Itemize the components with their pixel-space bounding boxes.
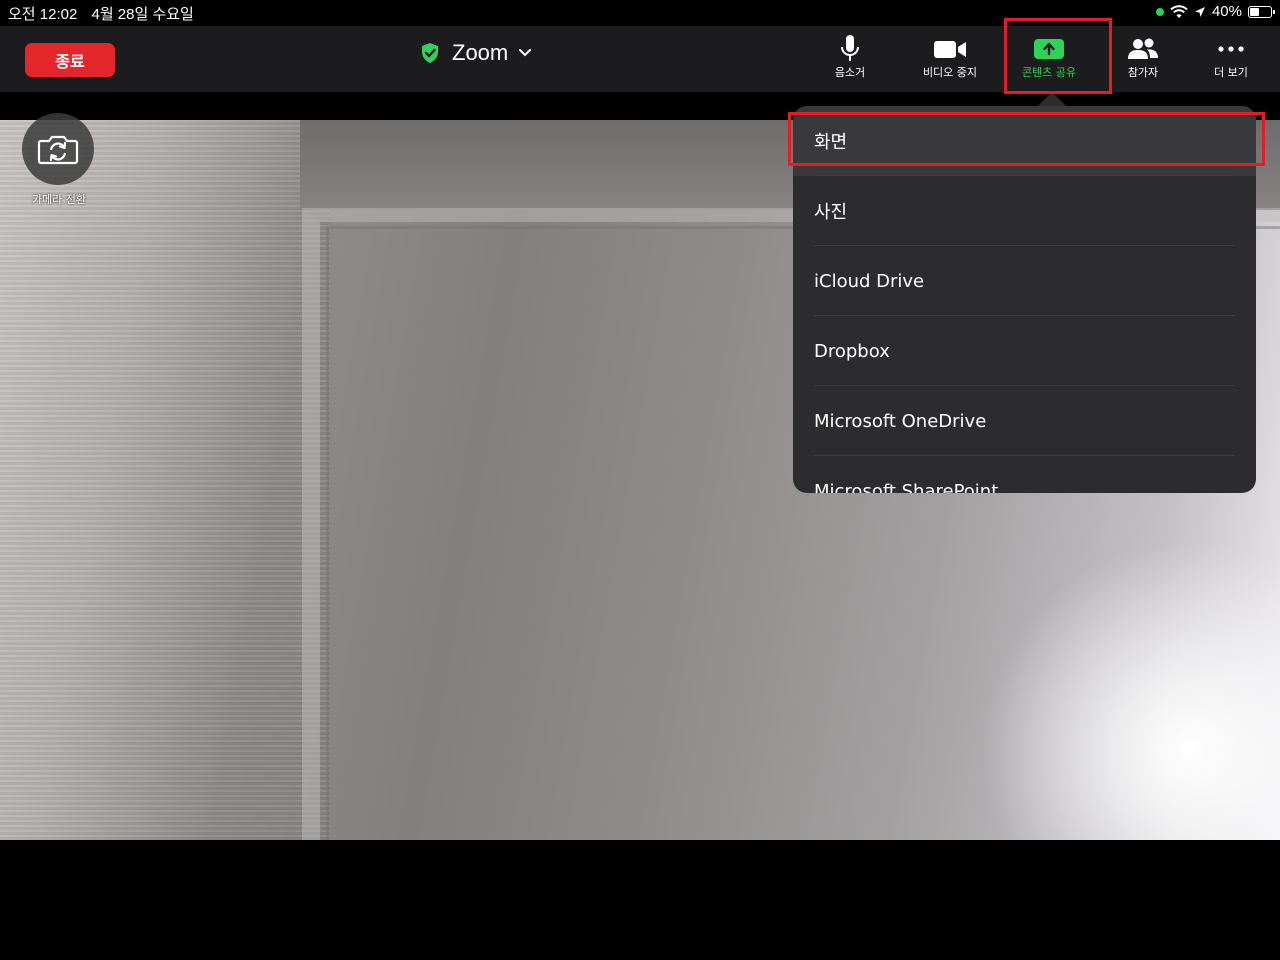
- meeting-title: Zoom: [452, 40, 509, 65]
- menu-item-label: Dropbox: [814, 340, 890, 362]
- menu-item-label: 화면: [814, 132, 848, 153]
- shield-check-icon: [422, 43, 438, 63]
- battery-percent: 40%: [1211, 3, 1242, 20]
- menu-item-icloud-drive[interactable]: iCloud Drive: [793, 246, 1256, 316]
- mute-label: 음소거: [834, 66, 866, 79]
- chevron-down-icon: [519, 49, 532, 57]
- menu-item-onedrive[interactable]: Microsoft OneDrive: [793, 386, 1256, 456]
- location-arrow-icon: [1194, 6, 1205, 17]
- status-right: 40%: [1155, 3, 1275, 20]
- stop-video-label: 비디오 중지: [922, 66, 978, 79]
- end-meeting-button[interactable]: 종료: [25, 43, 115, 77]
- participants-label: 참가자: [1127, 66, 1159, 79]
- share-content-menu: 화면 사진 iCloud Drive Dropbox Microsoft One…: [793, 106, 1256, 493]
- menu-item-sharepoint[interactable]: Microsoft SharePoint: [793, 456, 1256, 494]
- menu-item-label: iCloud Drive: [814, 270, 925, 292]
- menu-item-label: Microsoft OneDrive: [814, 410, 987, 432]
- more-button[interactable]: 더 보기: [1186, 34, 1276, 86]
- status-date: 4월 28일 수요일: [91, 6, 194, 23]
- wifi-icon: [1170, 4, 1188, 18]
- share-screen-icon: [1034, 39, 1064, 59]
- menu-item-label: Microsoft SharePoint: [814, 480, 999, 494]
- share-content-button[interactable]: 콘텐츠 공유: [1004, 34, 1094, 86]
- participants-icon: [1128, 38, 1158, 59]
- video-camera-icon: [934, 41, 966, 58]
- switch-camera-button[interactable]: 카메라 전환: [22, 113, 96, 207]
- more-label: 더 보기: [1214, 66, 1248, 79]
- switch-camera-circle[interactable]: [22, 113, 94, 185]
- share-content-label: 콘텐츠 공유: [1021, 66, 1077, 79]
- camera-rotate-icon: [37, 135, 79, 165]
- status-time: 오전 12:02: [8, 6, 78, 23]
- more-icon: [1218, 46, 1244, 52]
- menu-item-photos[interactable]: 사진: [793, 176, 1256, 246]
- participants-button[interactable]: 참가자: [1098, 34, 1188, 86]
- menu-item-label: 사진: [814, 202, 848, 223]
- status-bar: 오전 12:02 4월 28일 수요일 40%: [0, 0, 1280, 26]
- share-menu-pointer: [1038, 92, 1066, 106]
- menu-item-screen[interactable]: 화면: [793, 106, 1256, 176]
- stop-video-button[interactable]: 비디오 중지: [905, 34, 995, 86]
- mute-button[interactable]: 음소거: [805, 34, 895, 86]
- meeting-title-dropdown[interactable]: Zoom: [420, 40, 532, 66]
- meeting-toolbar: 종료 Zoom 음소거 비디오 중지 콘텐츠 공유 참가자 더 보기: [0, 26, 1280, 92]
- camera-in-use-indicator: [1155, 7, 1164, 16]
- microphone-icon: [841, 35, 859, 61]
- menu-item-dropbox[interactable]: Dropbox: [793, 316, 1256, 386]
- status-left: 오전 12:02 4월 28일 수요일: [8, 3, 194, 24]
- video-wall-texture: [0, 120, 330, 840]
- battery-icon: [1248, 5, 1275, 18]
- switch-camera-label: 카메라 전환: [31, 193, 87, 206]
